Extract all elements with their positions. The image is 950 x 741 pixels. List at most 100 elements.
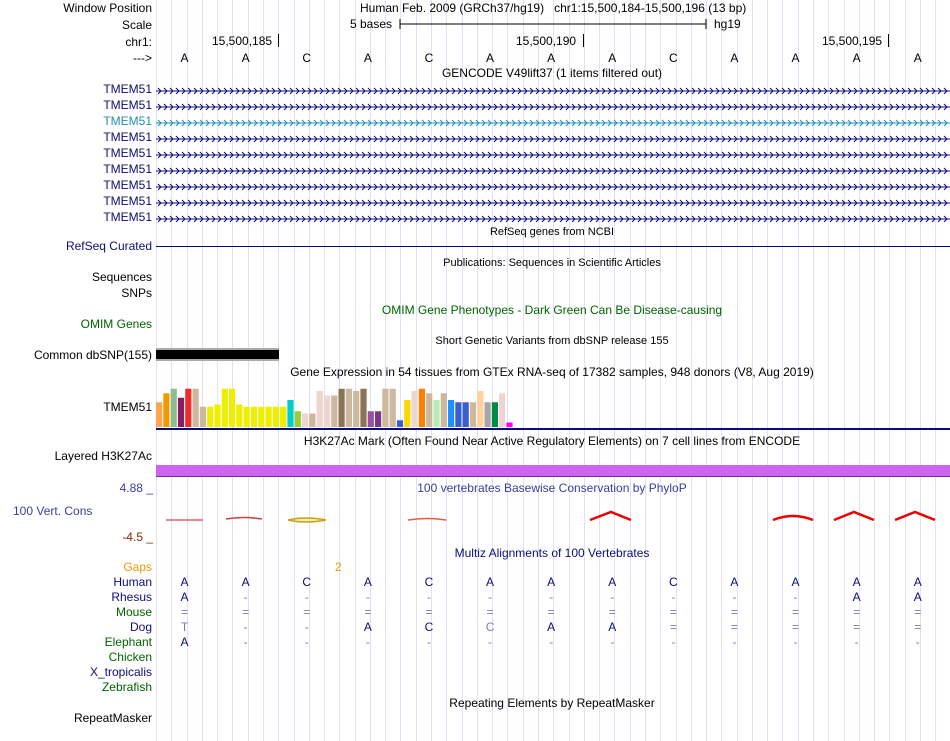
- h3k27ac-title: H3K27Ac Mark (Often Found Near Active Re…: [303, 434, 801, 448]
- gencode-transcript-label[interactable]: TMEM51: [103, 194, 152, 208]
- cons-wiggle[interactable]: [156, 508, 950, 526]
- gtex-tissue-bar[interactable]: [280, 406, 287, 427]
- gtex-tissue-bar[interactable]: [331, 395, 338, 428]
- gtex-tissue-bar[interactable]: [272, 406, 279, 427]
- species-label[interactable]: Dog: [130, 620, 152, 634]
- gtex-tissue-bar[interactable]: [294, 411, 301, 427]
- gtex-tissue-bar[interactable]: [287, 400, 294, 427]
- gtex-tissue-bar[interactable]: [199, 406, 206, 427]
- dbsnp-variant-block[interactable]: [156, 348, 279, 361]
- gtex-tissue-bar[interactable]: [302, 413, 309, 428]
- tick-mark-3: [888, 34, 889, 47]
- gtex-label[interactable]: TMEM51: [103, 400, 152, 414]
- gtex-tissue-bar[interactable]: [455, 402, 462, 427]
- gtex-tissue-bar[interactable]: [462, 402, 469, 427]
- gtex-tissue-bar[interactable]: [353, 391, 360, 427]
- species-label[interactable]: X_tropicalis: [90, 665, 152, 679]
- gtex-tissue-bar[interactable]: [491, 402, 498, 427]
- species-label[interactable]: Chicken: [109, 650, 152, 664]
- species-label[interactable]: Human: [113, 575, 152, 589]
- gencode-transcript-line[interactable]: [156, 183, 950, 191]
- gtex-tissue-bar[interactable]: [243, 406, 250, 427]
- repeatmasker-label[interactable]: RepeatMasker: [74, 711, 152, 725]
- gencode-transcript-line[interactable]: [156, 167, 950, 175]
- gencode-transcript-label[interactable]: TMEM51: [103, 162, 152, 176]
- gtex-expression-bars[interactable]: [156, 380, 950, 432]
- gtex-tissue-bar[interactable]: [229, 388, 236, 427]
- gencode-title: GENCODE V49lift37 (1 items filtered out): [441, 66, 663, 80]
- cons-label[interactable]: 100 Vert. Cons: [13, 504, 92, 518]
- gtex-tissue-bar[interactable]: [499, 393, 506, 427]
- gtex-tissue-bar[interactable]: [265, 406, 272, 427]
- alignment-base: -: [488, 635, 493, 649]
- dbsnp-label[interactable]: Common dbSNP(155): [34, 348, 152, 362]
- gtex-tissue-bar[interactable]: [250, 406, 258, 427]
- base-letter: A: [791, 51, 800, 65]
- gtex-tissue-bar[interactable]: [404, 400, 411, 427]
- species-label[interactable]: Elephant: [105, 635, 152, 649]
- gtex-tissue-bar[interactable]: [316, 391, 323, 427]
- gtex-tissue-bar[interactable]: [389, 388, 396, 427]
- gtex-tissue-bar[interactable]: [170, 388, 177, 427]
- gencode-transcript-line[interactable]: [156, 119, 950, 127]
- gencode-transcript-label[interactable]: TMEM51: [103, 82, 152, 96]
- gencode-transcript-line[interactable]: [156, 103, 950, 111]
- refseq-line[interactable]: [156, 246, 950, 247]
- sequences-label[interactable]: Sequences: [92, 270, 152, 284]
- gtex-tissue-bar[interactable]: [309, 413, 316, 428]
- gencode-transcript-label[interactable]: TMEM51: [103, 146, 152, 160]
- gtex-tissue-bar[interactable]: [192, 388, 199, 427]
- h3k27ac-signal[interactable]: [156, 465, 950, 476]
- gtex-tissue-bar[interactable]: [484, 402, 491, 427]
- gtex-tissue-bar[interactable]: [214, 404, 221, 428]
- gencode-transcript-label[interactable]: TMEM51: [103, 178, 152, 192]
- gtex-tissue-bar[interactable]: [396, 420, 404, 427]
- gtex-tissue-bar[interactable]: [506, 422, 513, 428]
- gencode-transcript-label[interactable]: TMEM51: [103, 130, 152, 144]
- snps-label[interactable]: SNPs: [121, 286, 152, 300]
- gtex-tissue-bar[interactable]: [207, 406, 214, 427]
- gencode-transcript-line[interactable]: [156, 135, 950, 143]
- gtex-tissue-bar[interactable]: [440, 393, 447, 427]
- omim-label[interactable]: OMIM Genes: [81, 317, 152, 331]
- gencode-transcript-label[interactable]: TMEM51: [103, 210, 152, 224]
- grid-line: [904, 0, 906, 741]
- gtex-tissue-bar[interactable]: [323, 395, 331, 428]
- gtex-tissue-bar[interactable]: [345, 388, 352, 427]
- gtex-tissue-bar[interactable]: [221, 388, 228, 427]
- base-letter: A: [180, 51, 189, 65]
- species-label[interactable]: Zebrafish: [102, 680, 152, 694]
- gtex-tissue-bar[interactable]: [185, 388, 192, 427]
- species-label[interactable]: Rhesus: [111, 590, 152, 604]
- alignment-base: -: [365, 590, 370, 604]
- gencode-transcript-line[interactable]: [156, 199, 950, 207]
- gencode-transcript-label[interactable]: TMEM51: [103, 98, 152, 112]
- gtex-tissue-bar[interactable]: [433, 400, 440, 427]
- gtex-tissue-bar[interactable]: [367, 411, 374, 427]
- gtex-tissue-bar[interactable]: [382, 388, 389, 427]
- gtex-tissue-bar[interactable]: [360, 388, 367, 427]
- base-letter: A: [547, 51, 556, 65]
- gtex-tissue-bar[interactable]: [177, 397, 185, 427]
- gencode-transcript-line[interactable]: [156, 215, 950, 223]
- gtex-tissue-bar[interactable]: [477, 391, 484, 427]
- gtex-tissue-bar[interactable]: [236, 404, 243, 428]
- gencode-transcript-label[interactable]: TMEM51: [103, 114, 152, 128]
- gtex-tissue-bar[interactable]: [426, 393, 433, 427]
- gtex-tissue-bar[interactable]: [375, 411, 382, 427]
- species-label[interactable]: Mouse: [116, 605, 152, 619]
- gtex-tissue-bar[interactable]: [469, 402, 477, 427]
- gtex-tissue-bar[interactable]: [418, 388, 425, 427]
- gtex-tissue-bar[interactable]: [411, 391, 418, 427]
- h3k27ac-label[interactable]: Layered H3K27Ac: [55, 449, 152, 463]
- gtex-tissue-bar[interactable]: [448, 400, 455, 427]
- gencode-transcript-line[interactable]: [156, 87, 950, 95]
- cons-title: 100 vertebrates Basewise Conservation by…: [417, 481, 687, 495]
- gtex-tissue-bar[interactable]: [163, 393, 170, 427]
- gtex-tissue-bar[interactable]: [338, 388, 345, 427]
- gtex-tissue-bar[interactable]: [258, 406, 265, 427]
- gtex-tissue-bar[interactable]: [156, 402, 163, 427]
- refseq-label[interactable]: RefSeq Curated: [66, 239, 152, 253]
- gencode-transcript-line[interactable]: [156, 151, 950, 159]
- grid-line: [828, 0, 830, 741]
